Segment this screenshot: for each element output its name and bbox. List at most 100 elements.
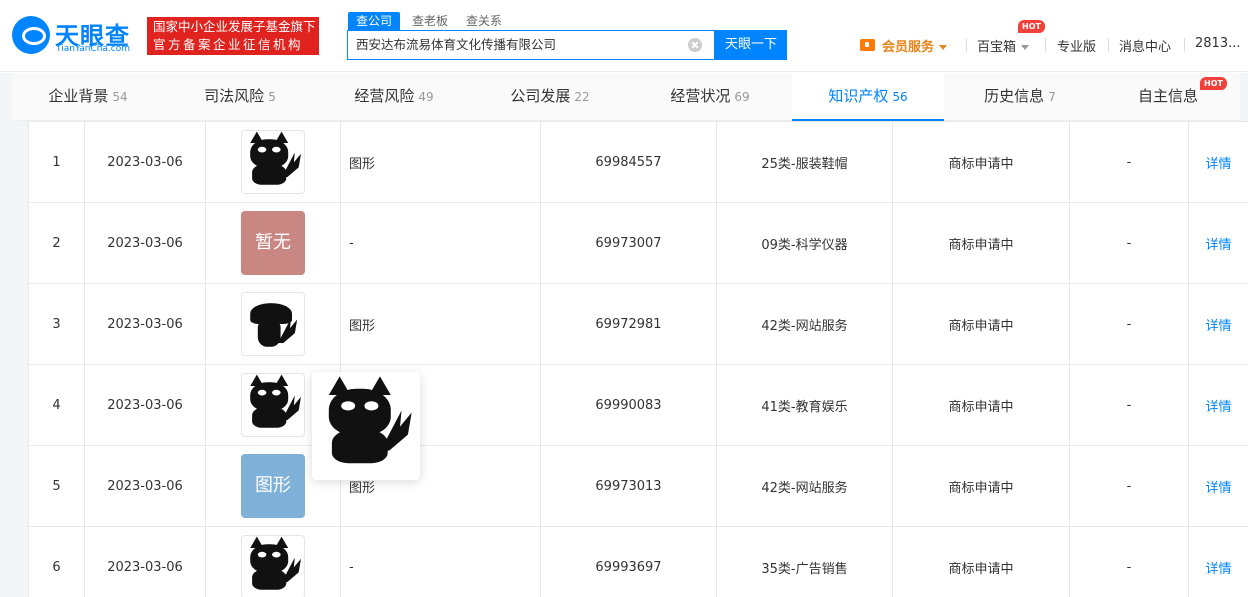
operation-cell: 详情 bbox=[1188, 202, 1248, 284]
table-row: 4 2023-03-06 69990083 41类-教育娱乐 商标申请中 - 详情 bbox=[28, 364, 1248, 446]
trademark-status: 商标申请中 bbox=[892, 283, 1070, 365]
pro-version-link[interactable]: 专业版 bbox=[1057, 36, 1096, 55]
detail-link[interactable]: 详情 bbox=[1205, 400, 1231, 415]
registration-number: 69990083 bbox=[540, 364, 717, 446]
clear-icon[interactable] bbox=[688, 38, 702, 52]
top-header: 天眼查 TianYanCha.com 国家中小企业发展子基金旗下 官方备案企业征… bbox=[0, 0, 1248, 72]
search-tab-company[interactable]: 查公司 bbox=[348, 12, 401, 30]
detail-link[interactable]: 详情 bbox=[1205, 481, 1231, 496]
trademark-name: 图形 bbox=[340, 121, 541, 203]
chevron-down-icon bbox=[939, 45, 948, 50]
user-account-menu[interactable]: 2813... bbox=[1195, 36, 1240, 51]
tab-operation-risk[interactable]: 经营风险 49 bbox=[316, 73, 472, 121]
row-index: 5 bbox=[28, 445, 85, 527]
tab-intellectual-property[interactable]: 知识产权 56 bbox=[792, 73, 944, 121]
application-date: 2023-03-06 bbox=[84, 364, 206, 446]
search-input[interactable] bbox=[356, 31, 686, 59]
registration-number: 69972981 bbox=[540, 283, 717, 365]
tab-count: 49 bbox=[418, 90, 434, 104]
detail-link[interactable]: 详情 bbox=[1205, 319, 1231, 334]
tab-history-info[interactable]: 历史信息 7 bbox=[944, 73, 1096, 121]
tab-label: 企业背景 bbox=[48, 87, 109, 105]
trademark-status: 商标申请中 bbox=[892, 526, 1070, 597]
operation-cell: 详情 bbox=[1188, 121, 1248, 203]
detail-link[interactable]: 详情 bbox=[1205, 562, 1231, 577]
trademark-image-cell bbox=[205, 121, 341, 203]
toolbox-menu[interactable]: 百宝箱 bbox=[977, 36, 1030, 55]
row-index: 3 bbox=[28, 283, 85, 365]
application-date: 2023-03-06 bbox=[84, 202, 206, 284]
vip-service-menu[interactable]: 会员服务 bbox=[860, 36, 960, 55]
trademark-name: - bbox=[340, 526, 541, 597]
international-class: 42类-网站服务 bbox=[716, 283, 893, 365]
vip-label: 会员服务 bbox=[882, 40, 935, 55]
trademark-name: 图形 bbox=[340, 283, 541, 365]
trademark-image[interactable] bbox=[241, 130, 305, 194]
agent: - bbox=[1069, 121, 1189, 203]
trademark-name: - bbox=[340, 202, 541, 284]
tab-business-status[interactable]: 经营状况 69 bbox=[628, 73, 792, 121]
operation-cell: 详情 bbox=[1188, 283, 1248, 365]
trademark-image-cell bbox=[205, 526, 341, 597]
table-row: 2 2023-03-06 暂无 -69973007 09类-科学仪器 商标申请中 - 详情 bbox=[28, 202, 1248, 284]
operation-cell: 详情 bbox=[1188, 445, 1248, 527]
trademark-image-placeholder[interactable]: 暂无 bbox=[241, 211, 305, 275]
trademark-image-cell bbox=[205, 283, 341, 365]
tab-label: 历史信息 bbox=[984, 87, 1045, 105]
search-tab-relation[interactable]: 查关系 bbox=[466, 12, 502, 29]
tab-label: 经营状况 bbox=[670, 87, 731, 105]
trademark-image-placeholder[interactable]: 图形 bbox=[241, 454, 305, 518]
trademark-status: 商标申请中 bbox=[892, 445, 1070, 527]
tab-label: 自主信息 bbox=[1137, 87, 1198, 105]
message-center-link[interactable]: 消息中心 bbox=[1119, 36, 1171, 55]
gov-badge-line2: 官方备案企业征信机构 bbox=[153, 37, 304, 52]
trademark-image[interactable] bbox=[241, 535, 305, 597]
application-date: 2023-03-06 bbox=[84, 526, 206, 597]
tab-company-development[interactable]: 公司发展 22 bbox=[472, 73, 628, 121]
row-index: 2 bbox=[28, 202, 85, 284]
chevron-down-icon bbox=[1021, 45, 1030, 50]
row-index: 6 bbox=[28, 526, 85, 597]
gov-certification-badge: 国家中小企业发展子基金旗下 官方备案企业征信机构 bbox=[147, 17, 319, 55]
agent: - bbox=[1069, 283, 1189, 365]
tab-label: 司法风险 bbox=[204, 87, 265, 105]
table-row: 1 2023-03-06 图形 69984557 25类-服装鞋帽 商标申请中 - 详情 bbox=[28, 121, 1248, 203]
agent: - bbox=[1069, 526, 1189, 597]
tab-count: 5 bbox=[268, 90, 276, 104]
trademark-table: 1 2023-03-06 图形 69984557 25类-服装鞋帽 商标申请中 - 详情 2 20… bbox=[28, 121, 1248, 597]
search-box bbox=[347, 30, 715, 60]
toolbox-label: 百宝箱 bbox=[977, 40, 1017, 55]
table-row: 5 2023-03-06 图形 图形 69973013 42类-网站服务 商标申请中 - 详情 bbox=[28, 445, 1248, 527]
trademark-image[interactable] bbox=[241, 373, 305, 437]
detail-link[interactable]: 详情 bbox=[1205, 238, 1231, 253]
logo-domain: TianYanCha.com bbox=[56, 44, 131, 54]
trademark-image-cell: 暂无 bbox=[205, 202, 341, 284]
tab-count: 22 bbox=[574, 90, 590, 104]
tab-count: 56 bbox=[892, 90, 908, 104]
hot-badge: HOT bbox=[1018, 20, 1045, 33]
international-class: 35类-广告销售 bbox=[716, 526, 893, 597]
international-class: 42类-网站服务 bbox=[716, 445, 893, 527]
tab-count: 54 bbox=[112, 90, 128, 104]
site-logo[interactable]: 天眼查 TianYanCha.com bbox=[12, 16, 138, 58]
operation-cell: 详情 bbox=[1188, 364, 1248, 446]
search-button[interactable]: 天眼一下 bbox=[715, 30, 787, 60]
divider bbox=[1108, 38, 1109, 52]
crown-icon bbox=[860, 39, 875, 51]
trademark-image-preview bbox=[312, 372, 420, 480]
registration-number: 69984557 bbox=[540, 121, 717, 203]
tab-count: 7 bbox=[1048, 90, 1056, 104]
agent: - bbox=[1069, 445, 1189, 527]
trademark-status: 商标申请中 bbox=[892, 202, 1070, 284]
table-row: 6 2023-03-06-69993697 35类-广告销售 商标申请中 - 详情 bbox=[28, 526, 1248, 597]
search-tab-boss[interactable]: 查老板 bbox=[412, 12, 448, 29]
tab-enterprise-background[interactable]: 企业背景 54 bbox=[12, 73, 164, 121]
international-class: 25类-服装鞋帽 bbox=[716, 121, 893, 203]
trademark-image[interactable] bbox=[241, 292, 305, 356]
row-index: 1 bbox=[28, 121, 85, 203]
agent: - bbox=[1069, 364, 1189, 446]
registration-number: 69993697 bbox=[540, 526, 717, 597]
row-index: 4 bbox=[28, 364, 85, 446]
tab-judicial-risk[interactable]: 司法风险 5 bbox=[164, 73, 316, 121]
detail-link[interactable]: 详情 bbox=[1205, 157, 1231, 172]
